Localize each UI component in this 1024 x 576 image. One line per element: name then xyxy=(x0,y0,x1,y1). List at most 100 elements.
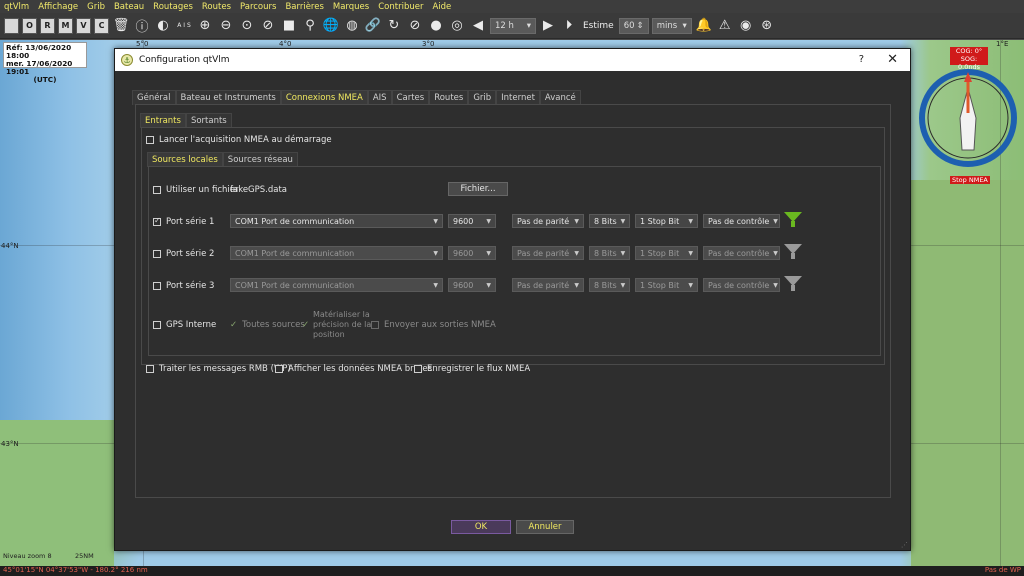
magnifier-icon[interactable]: ⚲ xyxy=(301,17,319,35)
toolbar-r-button[interactable]: R xyxy=(40,17,55,34)
start-acq-checkbox[interactable] xyxy=(146,136,154,144)
menu-qtvlm[interactable]: qtVlm xyxy=(4,2,29,12)
gps-internal-option[interactable]: GPS Interne xyxy=(153,320,216,330)
ais-icon[interactable]: A I S xyxy=(175,17,193,35)
next-step-icon[interactable]: ▶ xyxy=(539,17,557,35)
toolbar-m-button[interactable]: M xyxy=(58,17,73,34)
cancel-button[interactable]: Annuler xyxy=(516,520,574,534)
port-1-parity-select[interactable]: Pas de parité ▼ xyxy=(512,214,584,228)
target-icon[interactable]: ◎ xyxy=(448,17,466,35)
rmb-option[interactable]: Traiter les messages RMB (WP) xyxy=(146,364,291,374)
zoom-out-icon[interactable]: ⊖ xyxy=(217,17,235,35)
tab-general[interactable]: Général xyxy=(132,90,176,105)
help-icon[interactable]: ? xyxy=(859,54,864,65)
stop-nmea-badge[interactable]: Stop NMEA xyxy=(950,176,990,184)
port-1-funnel-icon[interactable] xyxy=(784,212,804,228)
rmb-checkbox[interactable] xyxy=(146,365,154,373)
lifebuoy-icon[interactable]: ⊛ xyxy=(758,17,776,35)
select-area-icon[interactable]: ■ xyxy=(280,17,298,35)
record-icon[interactable]: ◉ xyxy=(737,17,755,35)
compass-icon[interactable]: ◐ xyxy=(154,17,172,35)
link-icon[interactable]: 🔗 xyxy=(364,17,382,35)
globe-icon[interactable]: 🌐 xyxy=(322,17,340,35)
cog-sog-box: COG: 0° SOG: 0.0nds xyxy=(950,47,988,71)
raw-data-checkbox[interactable] xyxy=(275,365,283,373)
menu-bateau[interactable]: Bateau xyxy=(114,2,144,12)
zoom-in-icon[interactable]: ⊕ xyxy=(196,17,214,35)
raw-data-option[interactable]: Afficher les données NMEA brutes xyxy=(275,364,432,374)
waypoint-status: Pas de WP xyxy=(984,566,1021,574)
record-checkbox[interactable] xyxy=(414,365,422,373)
use-file-checkbox[interactable] xyxy=(153,186,161,194)
tab-sources-reseau[interactable]: Sources réseau xyxy=(222,152,298,167)
tab-sortants[interactable]: Sortants xyxy=(185,113,232,128)
bell-icon[interactable]: 🔔 xyxy=(695,17,713,35)
file-button[interactable]: Fichier... xyxy=(448,182,508,196)
no-entry-icon[interactable]: ⊘ xyxy=(406,17,424,35)
info-icon[interactable]: ⓘ xyxy=(133,17,151,35)
port-3-checkbox[interactable] xyxy=(153,282,161,290)
port-2-checkbox[interactable] xyxy=(153,250,161,258)
port-2-funnel-icon[interactable] xyxy=(784,244,804,260)
menu-marques[interactable]: Marques xyxy=(333,2,369,12)
record-option[interactable]: Enregistrer le flux NMEA xyxy=(414,364,530,374)
estime-spinbox[interactable]: 60 ⇕ xyxy=(618,17,649,34)
tab-grib[interactable]: Grib xyxy=(468,90,497,105)
menu-barrieres[interactable]: Barrières xyxy=(285,2,323,12)
port-2-baud: 9600 xyxy=(453,248,474,258)
zoom-fit-icon[interactable]: ⊙ xyxy=(238,17,256,35)
dialog-titlebar[interactable]: ⚓ Configuration qtVlm ? ✕ xyxy=(115,49,910,71)
toolbar-blank-button[interactable] xyxy=(4,17,19,34)
resize-grip-icon[interactable]: ⋰ xyxy=(901,541,908,549)
trash-icon[interactable]: 🗑 xyxy=(112,17,130,35)
menu-routages[interactable]: Routages xyxy=(153,2,193,12)
circle-icon[interactable]: ● xyxy=(427,17,445,35)
port-3-baud-select: 9600 ▼ xyxy=(448,278,496,292)
gps-internal-checkbox[interactable] xyxy=(153,321,161,329)
zoom-reset-icon[interactable]: ⊘ xyxy=(259,17,277,35)
menu-grib[interactable]: Grib xyxy=(87,2,105,12)
play-icon[interactable]: ⏵ xyxy=(560,17,578,35)
port-3-option[interactable]: Port série 3 xyxy=(153,281,214,291)
port-1-option[interactable]: Port série 1 xyxy=(153,216,214,227)
port-1-baud-select[interactable]: 9600 ▼ xyxy=(448,214,496,228)
refresh-icon[interactable]: ↻ xyxy=(385,17,403,35)
menu-aide[interactable]: Aide xyxy=(432,2,451,12)
port-1-checkbox[interactable] xyxy=(153,216,161,226)
menu-contribuer[interactable]: Contribuer xyxy=(378,2,423,12)
menu-routes[interactable]: Routes xyxy=(202,2,231,12)
menu-affichage[interactable]: Affichage xyxy=(38,2,78,12)
tab-cartes[interactable]: Cartes xyxy=(391,90,430,105)
port-2-label: Port série 2 xyxy=(166,249,215,259)
boat-compass xyxy=(919,69,1017,167)
tab-sources-locales[interactable]: Sources locales xyxy=(147,152,223,167)
port-1-bits-select[interactable]: 8 Bits ▼ xyxy=(589,214,630,228)
tab-routes[interactable]: Routes xyxy=(429,90,469,105)
menu-parcours[interactable]: Parcours xyxy=(240,2,276,12)
tab-ais[interactable]: AIS xyxy=(367,90,392,105)
toolbar-c-button[interactable]: C xyxy=(94,17,109,34)
time-step-select[interactable]: 12 h ▾ xyxy=(490,17,536,34)
layers-icon[interactable]: ◍ xyxy=(343,17,361,35)
tab-bateau[interactable]: Bateau et Instruments xyxy=(175,90,281,105)
port-1-flow-select[interactable]: Pas de contrôle ▼ xyxy=(703,214,780,228)
close-icon[interactable]: ✕ xyxy=(887,52,898,67)
use-file-option[interactable]: Utiliser un fichier xyxy=(153,185,238,195)
start-acq-option[interactable]: Lancer l'acquisition NMEA au démarrage xyxy=(146,135,332,145)
materialize-line-1: Matérialiser la xyxy=(313,310,370,319)
toolbar-v-button[interactable]: V xyxy=(76,17,91,34)
warning-icon[interactable]: ⚠ xyxy=(716,17,734,35)
port-1-select[interactable]: COM1 Port de communication ▼ xyxy=(230,214,443,228)
tab-internet[interactable]: Internet xyxy=(496,90,540,105)
tab-connexions-nmea[interactable]: Connexions NMEA xyxy=(280,90,368,105)
tab-avance[interactable]: Avancé xyxy=(539,90,581,105)
port-3-funnel-icon[interactable] xyxy=(784,276,804,292)
ok-button[interactable]: OK xyxy=(451,520,511,534)
toolbar-o-button[interactable]: O xyxy=(22,17,37,34)
file-name: fakeGPS.data xyxy=(230,185,288,195)
port-2-option[interactable]: Port série 2 xyxy=(153,249,214,259)
tab-entrants[interactable]: Entrants xyxy=(140,113,186,128)
estime-unit-select[interactable]: mins ▾ xyxy=(651,17,692,34)
port-1-stop-select[interactable]: 1 Stop Bit ▼ xyxy=(635,214,698,228)
previous-step-icon[interactable]: ◀ xyxy=(469,17,487,35)
